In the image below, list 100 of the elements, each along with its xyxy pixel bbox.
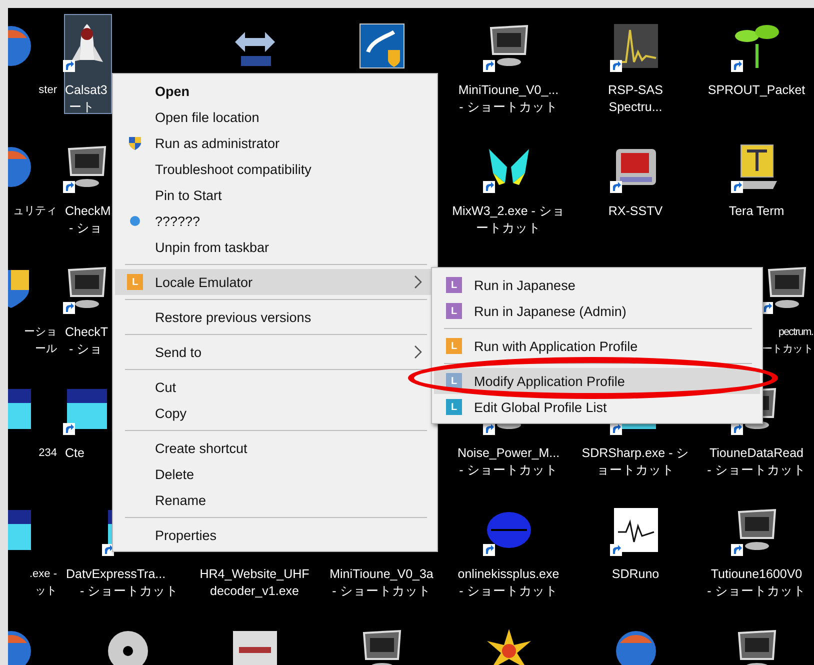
menu-item[interactable]: Open: [115, 78, 435, 104]
desktop-icon-label: ートカット: [476, 220, 541, 237]
desktop-icon-label: - ショートカット: [459, 462, 558, 479]
shortcut-arrow-icon: [730, 60, 742, 72]
waveform-icon: [612, 22, 660, 70]
desktop-icon-label: pectrum.: [778, 325, 813, 340]
desktop-icon[interactable]: SPROUT_Packet: [699, 14, 814, 114]
selected-desktop-icon[interactable]: Calsat3 ート: [64, 14, 112, 114]
desktop-icon-label: - ショートカット: [707, 583, 806, 600]
desktop-icon-label: - ショ: [69, 220, 103, 237]
app-badge-icon: L: [446, 373, 462, 389]
shortcut-arrow-icon: [102, 544, 114, 556]
desktop-icon-label: ート: [69, 99, 95, 116]
shield-icon: [127, 135, 143, 151]
desktop-icon[interactable]: MiniTioune_V0_... - ショートカット: [448, 14, 570, 114]
desktop-icon-label: MiniTioune_V0_3a: [330, 566, 434, 583]
desktop-icon-label: 234: [38, 446, 57, 461]
desktop-icon-label: Tutioune1600V0: [710, 566, 802, 583]
menu-item[interactable]: Create shortcut: [115, 435, 435, 461]
shortcut-arrow-icon: [610, 181, 622, 193]
desktop-icon-label: ョートカット: [596, 462, 674, 479]
menu-item[interactable]: Delete: [115, 461, 435, 487]
desktop-icon-label: SDRuno: [612, 566, 660, 583]
desktop-icon-label: .exe -: [29, 567, 57, 582]
desktop-icon-label: - ショートカット: [332, 583, 431, 600]
desktop-icon-label: - ショートカット: [459, 99, 558, 116]
desktop-icon-label: ーショ: [24, 325, 57, 340]
shortcut-arrow-icon: [610, 60, 622, 72]
desktop-icon[interactable]: onlinekissplus.exe - ショートカット: [448, 498, 570, 598]
desktop-icon-label: - ショートカット: [459, 583, 558, 600]
desktop-icon[interactable]: Tutioune1600V0 - ショートカット: [699, 498, 814, 598]
desktop-icon[interactable]: MixW3_2.exe - ショ ートカット: [448, 135, 570, 235]
desktop-icon-label: Spectru...: [608, 99, 662, 116]
shortcut-arrow-icon: [63, 423, 75, 435]
desktop-icon[interactable]: ーショ ール: [8, 256, 64, 356]
desktop-icon[interactable]: ster: [8, 14, 64, 114]
shortcut-arrow-icon: [730, 423, 742, 435]
desktop-icon-label: Calsat3: [65, 82, 108, 99]
desktop-icon-label: RSP-SAS: [608, 82, 663, 99]
desktop-icon-label: HR4_Website_UHF: [200, 566, 310, 583]
desktop-icon-label: Tera Term: [728, 203, 784, 220]
desktop-icon[interactable]: CheckT - ショ: [64, 256, 112, 356]
desktop-icon-label: ット: [35, 584, 57, 599]
app-badge-icon: L: [446, 399, 462, 415]
shortcut-arrow-icon: [730, 544, 742, 556]
app-badge-icon: L: [446, 277, 462, 293]
desktop-icon-label: ster: [38, 83, 57, 98]
desktop-icon-label: SPROUT_Packet: [708, 82, 806, 99]
desktop-icon[interactable]: RSP-SAS Spectru...: [574, 14, 696, 114]
shortcut-arrow-icon: [610, 423, 622, 435]
desktop-icon[interactable]: .exe - ット: [8, 498, 64, 598]
desktop-icon[interactable]: 234: [8, 377, 64, 477]
menu-item[interactable]: Copy: [115, 400, 435, 426]
desktop-icon-label: CheckT: [65, 324, 108, 341]
shortcut-arrow-icon: [63, 181, 75, 193]
burst-icon: [484, 627, 532, 665]
desktop-icon-label: - ショ: [69, 341, 103, 358]
desktop-icon-label: RX-SSTV: [608, 203, 663, 220]
menu-item[interactable]: Send to: [115, 339, 435, 365]
menu-item[interactable]: Run as administrator: [115, 130, 435, 156]
shortcut-arrow-icon: [610, 544, 622, 556]
desktop-icon[interactable]: SDRuno: [574, 498, 696, 598]
shortcut-arrow-icon: [482, 423, 494, 435]
menu-item[interactable]: Rename: [115, 487, 435, 513]
menu-item[interactable]: ??????: [115, 208, 435, 234]
shortcut-arrow-icon: [730, 181, 742, 193]
menu-item[interactable]: Pin to Start: [115, 182, 435, 208]
desktop-icon[interactable]: RX-SSTV: [574, 135, 696, 235]
menu-item[interactable]: Restore previous versions: [115, 304, 435, 330]
dot-icon: [129, 215, 141, 227]
desktop-icon-label: onlinekissplus.exe: [458, 566, 560, 583]
desktop-icon[interactable]: ュリティ: [8, 135, 64, 235]
desktop-icon-label: MixW3_2.exe - ショ: [452, 203, 565, 220]
desktop-icon-label: SDRSharp.exe - シ: [582, 445, 690, 462]
desktop-icon[interactable]: Cte: [64, 377, 112, 477]
desktop-icon-label: MiniTioune_V0_...: [458, 82, 559, 99]
menu-item[interactable]: L Modify Application Profile: [434, 368, 760, 394]
menu-item[interactable]: Unpin from taskbar: [115, 234, 435, 260]
shortcut-arrow-icon: [482, 181, 494, 193]
desktop-icon-label: - ショートカット: [80, 583, 179, 600]
desktop-icon-label: ール: [35, 342, 57, 357]
desktop-icon-label: TiouneDataRead: [709, 445, 804, 462]
app-badge-icon: L: [127, 274, 143, 290]
shortcut-arrow-icon: [482, 544, 494, 556]
app-badge-icon: L: [446, 338, 462, 354]
menu-item[interactable]: Troubleshoot compatibility: [115, 156, 435, 182]
app-badge-icon: L: [446, 303, 462, 319]
desktop-icon-label: ートカット: [762, 342, 813, 357]
menu-item[interactable]: Open file location: [115, 104, 435, 130]
shortcut-arrow-icon: [482, 60, 494, 72]
desktop-icon[interactable]: Tera Term: [699, 135, 814, 235]
sprout-icon: [732, 22, 780, 70]
shortcut-arrow-icon: [63, 302, 75, 314]
shortcut-arrow-icon: [63, 60, 75, 72]
menu-item[interactable]: Cut: [115, 374, 435, 400]
desktop-icon-label: - ショートカット: [707, 462, 806, 479]
desktop-icon[interactable]: CheckM - ショ: [64, 135, 112, 235]
desktop-icon-label: DatvExpressTra...: [66, 566, 166, 583]
desktop-icon-label: ュリティ: [13, 204, 57, 219]
menu-item[interactable]: Properties: [115, 522, 435, 548]
